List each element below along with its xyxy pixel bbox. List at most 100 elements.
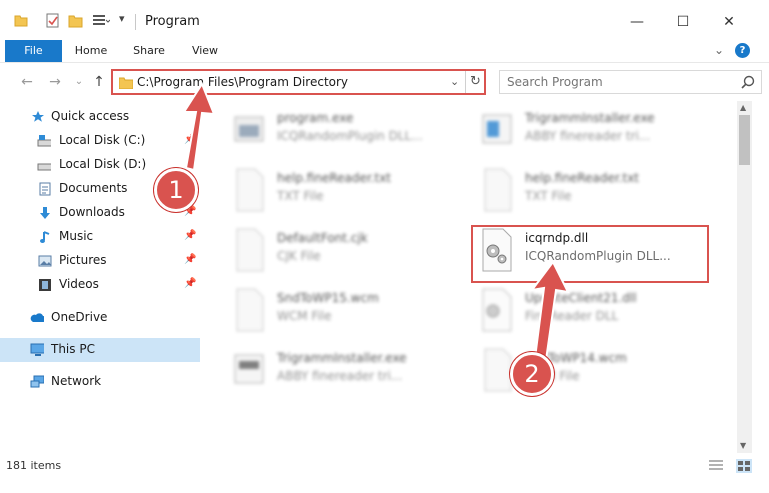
sidebar-item-label: Quick access — [51, 109, 130, 123]
exe-icon — [234, 116, 264, 142]
close-button[interactable]: ✕ — [706, 8, 752, 36]
list-item[interactable]: UpdateClient21.dll FineReader DLL — [477, 283, 717, 339]
ribbon-expand-icon[interactable]: ⌄ — [714, 43, 724, 57]
item-count: 181 items — [6, 459, 62, 472]
scroll-thumb[interactable] — [739, 115, 750, 165]
sidebar-item-label: Videos — [59, 277, 99, 291]
file-name: SndToWP15.wcm — [277, 291, 379, 305]
address-bar[interactable]: C:\Program Files\Program Directory ⌄ ↻ — [111, 69, 486, 95]
search-icon[interactable] — [741, 75, 755, 89]
drive-icon — [37, 135, 51, 147]
file-name: TrigrammInstaller.exe — [277, 351, 407, 365]
pin-icon[interactable]: 📌 — [184, 158, 196, 169]
cloud-icon — [30, 313, 44, 322]
up-arrow-icon[interactable]: ↑ — [90, 73, 108, 91]
status-bar: 181 items — [0, 453, 769, 493]
search-box[interactable] — [499, 70, 762, 94]
pictures-icon — [38, 255, 52, 267]
file-type: TXT File — [277, 189, 324, 203]
minimize-button[interactable]: — — [614, 8, 660, 36]
sidebar-item-onedrive[interactable]: OneDrive — [0, 306, 200, 330]
sidebar-item-local-disk-c[interactable]: Local Disk (C:) 📌 — [0, 129, 200, 153]
search-input[interactable] — [507, 72, 737, 92]
folder-icon — [14, 15, 28, 27]
file-name: help.fineReader.txt — [277, 171, 391, 185]
list-item[interactable]: DefaultFont.cjk CJK File — [229, 223, 469, 279]
tab-home[interactable]: Home — [68, 40, 114, 62]
sidebar-item-videos[interactable]: Videos 📌 — [0, 273, 200, 297]
installer-icon — [482, 114, 512, 144]
tab-view[interactable]: View — [182, 40, 228, 62]
tab-share[interactable]: Share — [126, 40, 172, 62]
sidebar-item-pictures[interactable]: Pictures 📌 — [0, 249, 200, 273]
refresh-icon[interactable]: ↻ — [465, 71, 485, 93]
file-name: TrigrammInstaller.exe — [525, 111, 655, 125]
list-item[interactable]: TrigrammInstaller.exe ABBY finereader tr… — [229, 343, 469, 399]
maximize-button[interactable]: ☐ — [660, 8, 706, 36]
sidebar-item-label: OneDrive — [51, 310, 108, 324]
ribbon-tabs: File Home Share View ⌄ ? — [0, 40, 769, 62]
list-item[interactable]: help.fineReader.txt TXT File — [229, 163, 469, 219]
tab-file[interactable]: File — [5, 40, 62, 62]
music-note-icon — [40, 231, 50, 243]
pin-icon[interactable]: 📌 — [184, 278, 196, 289]
address-dropdown-icon[interactable]: ⌄ — [450, 75, 459, 88]
address-path: C:\Program Files\Program Directory — [137, 75, 349, 89]
sidebar-item-quick-access[interactable]: Quick access — [0, 105, 200, 129]
sidebar-item-label: Downloads — [59, 205, 125, 219]
list-item[interactable]: TrigrammInstaller.exe ABBY finereader tr… — [477, 103, 717, 159]
file-name: help.fineReader.txt — [525, 171, 639, 185]
scroll-up-arrow-icon[interactable]: ▲ — [740, 103, 746, 112]
sidebar-item-music[interactable]: Music 📌 — [0, 225, 200, 249]
text-file-icon — [236, 168, 264, 212]
network-icon — [30, 375, 44, 388]
film-icon — [39, 279, 51, 291]
recent-locations-icon[interactable]: ⌄ — [70, 73, 88, 91]
file-name: DefaultFont.cjk — [277, 231, 368, 245]
back-arrow-icon[interactable]: ← — [18, 73, 36, 91]
quick-access-dropdown-icon[interactable]: ▾ — [119, 12, 125, 25]
blank-file-icon — [236, 228, 264, 272]
drive-icon — [37, 163, 51, 171]
sidebar-item-label: This PC — [51, 342, 95, 356]
callout-badge-2: 2 — [510, 352, 554, 396]
documents-icon — [39, 182, 51, 196]
scroll-down-arrow-icon[interactable]: ▼ — [740, 441, 746, 450]
file-type: ABBY finereader tri... — [277, 369, 403, 383]
sidebar-item-label: Pictures — [59, 253, 107, 267]
highlight-box-target-file — [471, 225, 709, 283]
text-file-icon — [484, 168, 512, 212]
sidebar-item-label: Local Disk (D:) — [59, 157, 147, 171]
callout-badge-1: 1 — [154, 168, 198, 212]
computer-icon — [30, 343, 44, 356]
file-name: UpdateClient21.dll — [525, 291, 637, 305]
list-item[interactable]: program.exe ICQRandomPlugin DLL... — [229, 103, 469, 159]
installer-icon — [234, 354, 264, 384]
vertical-scrollbar[interactable]: ▲ ▼ — [737, 101, 752, 453]
help-icon[interactable]: ? — [735, 43, 750, 58]
properties-check-icon[interactable] — [45, 13, 61, 29]
pin-icon[interactable]: 📌 — [184, 230, 196, 241]
new-folder-icon[interactable] — [68, 13, 84, 29]
details-view-icon[interactable] — [708, 459, 724, 473]
title-separator — [135, 14, 136, 30]
sidebar-item-this-pc[interactable]: This PC — [0, 338, 200, 362]
list-item[interactable]: SndToWP15.wcm WCM File — [229, 283, 469, 339]
folder-icon — [119, 77, 133, 89]
sidebar-item-label: Local Disk (C:) — [59, 133, 146, 147]
pin-icon[interactable]: 📌 — [184, 254, 196, 265]
dll-gear-icon — [482, 288, 512, 332]
file-type: ABBY finereader tri... — [525, 129, 651, 143]
customize-toolbar-icon[interactable] — [92, 13, 110, 29]
navigation-pane: Quick access Local Disk (C:) 📌 Local Dis… — [0, 101, 200, 453]
forward-arrow-icon[interactable]: → — [46, 73, 64, 91]
file-type: TXT File — [525, 189, 572, 203]
file-type: ICQRandomPlugin DLL... — [277, 129, 423, 143]
pin-icon[interactable]: 📌 — [184, 134, 196, 145]
star-icon — [32, 111, 44, 122]
window-title: Program — [145, 14, 200, 29]
large-icons-view-icon[interactable] — [736, 459, 752, 473]
sidebar-item-label: Music — [59, 229, 94, 243]
list-item[interactable]: help.fineReader.txt TXT File — [477, 163, 717, 219]
sidebar-item-network[interactable]: Network — [0, 370, 200, 394]
